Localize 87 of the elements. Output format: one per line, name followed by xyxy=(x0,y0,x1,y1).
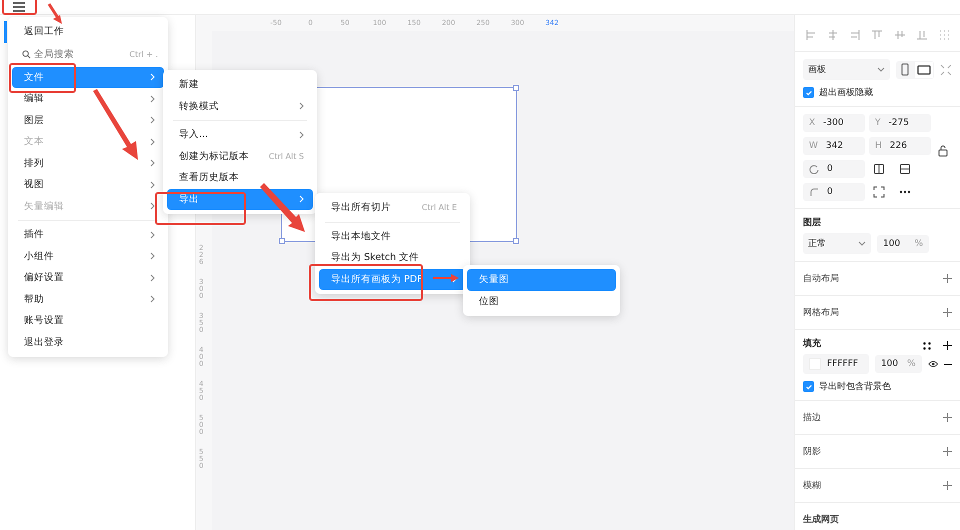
chevron-right-icon xyxy=(150,295,155,304)
menu-item[interactable]: 退出登录 xyxy=(12,332,164,353)
menu-item[interactable]: 新建 xyxy=(167,74,313,96)
chevron-right-icon xyxy=(150,230,155,239)
annotation-box xyxy=(9,63,76,93)
annotation-arrow xyxy=(433,274,459,282)
annotation-arrow xyxy=(93,89,138,160)
align-icon[interactable] xyxy=(916,29,928,41)
menu-item[interactable]: 导出所有切片 Ctrl Alt E xyxy=(319,197,466,218)
blend-mode-select[interactable]: 正常 xyxy=(803,233,871,254)
search-icon xyxy=(22,50,31,59)
chevron-right-icon xyxy=(299,130,304,139)
rotation-field[interactable]: 0 xyxy=(803,160,865,178)
section-title: 网格布局 xyxy=(803,306,839,319)
section-title: 生成网页 xyxy=(803,513,839,526)
menu-item[interactable]: 导入... xyxy=(167,124,313,146)
menu-item[interactable]: 帮助 xyxy=(12,288,164,310)
chevron-down-icon xyxy=(858,241,866,246)
menu-item[interactable]: 位图 xyxy=(467,290,616,312)
corner-icon xyxy=(809,187,819,197)
flip-horizontal-icon[interactable] xyxy=(873,163,885,175)
menu-item[interactable]: 偏好设置 xyxy=(12,267,164,288)
landscape-icon[interactable] xyxy=(915,62,934,78)
checkbox-label: 导出时包含背景色 xyxy=(819,380,891,393)
menu-item[interactable]: 图层 xyxy=(12,110,164,131)
check-icon xyxy=(804,382,812,390)
frame-type-select[interactable]: 画板 xyxy=(803,59,890,80)
align-icon[interactable] xyxy=(894,29,906,41)
coordinate-field[interactable]: H 226 xyxy=(869,137,931,155)
chevron-right-icon xyxy=(150,116,155,124)
section-title: 填充 xyxy=(803,337,822,350)
chevron-right-icon xyxy=(150,252,155,260)
search-input[interactable]: 全局搜索 xyxy=(34,49,126,60)
section-title: 图层 xyxy=(803,216,821,229)
menu-item[interactable]: 查看历史版本 xyxy=(167,167,313,188)
chevron-right-icon xyxy=(150,274,155,282)
chevron-right-icon xyxy=(150,73,155,82)
chevron-down-icon xyxy=(877,67,886,72)
rotate-icon xyxy=(809,164,819,174)
checkbox-label: 超出画板隐藏 xyxy=(819,86,873,99)
chevron-right-icon xyxy=(299,195,304,204)
annotation-box xyxy=(2,0,37,15)
section-title: 模糊 xyxy=(803,480,821,492)
coordinate-field[interactable]: X -300 xyxy=(803,114,865,132)
annotation-arrow xyxy=(260,183,305,232)
checkbox[interactable] xyxy=(803,381,814,392)
menu-icon[interactable] xyxy=(12,2,26,12)
flip-vertical-icon[interactable] xyxy=(899,163,911,175)
corners-icon[interactable] xyxy=(873,186,885,198)
menu-item[interactable]: 导出本地文件 xyxy=(319,226,466,247)
section-title: 自动布局 xyxy=(803,272,839,285)
eye-icon[interactable] xyxy=(928,360,938,368)
chevron-right-icon xyxy=(150,94,155,103)
section-title: 阴影 xyxy=(803,446,821,458)
menu-item[interactable]: 导出为 Sketch 文件 xyxy=(319,247,466,268)
corner-radius-field[interactable]: 0 xyxy=(803,183,865,201)
fill-color-field[interactable]: FFFFFF xyxy=(803,354,869,374)
menu-item[interactable]: 视图 xyxy=(12,174,164,196)
coordinate-field[interactable]: W 342 xyxy=(803,137,865,155)
menu-item[interactable]: 插件 xyxy=(12,224,164,246)
more-icon[interactable] xyxy=(899,190,911,194)
chevron-right-icon xyxy=(150,138,155,146)
chevron-right-icon xyxy=(150,180,155,189)
resize-icon[interactable] xyxy=(940,64,952,76)
unlock-icon[interactable] xyxy=(938,145,948,157)
align-icon[interactable] xyxy=(849,29,862,41)
menu-item[interactable]: 账号设置 xyxy=(12,310,164,332)
coordinate-field[interactable]: Y -275 xyxy=(869,114,931,132)
check-icon xyxy=(804,88,812,96)
chevron-right-icon xyxy=(299,102,304,110)
menu-item[interactable]: 编辑 xyxy=(12,88,164,110)
menu-item[interactable]: 创建为标记版本 Ctrl Alt S xyxy=(167,146,313,167)
checkbox[interactable] xyxy=(803,87,814,98)
chevron-right-icon xyxy=(150,159,155,168)
section-title: 描边 xyxy=(803,412,821,424)
menu-item[interactable]: 小组件 xyxy=(12,246,164,267)
opacity-field[interactable]: 100 % xyxy=(874,355,922,373)
menu-item[interactable]: 排列 xyxy=(12,152,164,174)
opacity-field[interactable]: 100 % xyxy=(877,234,929,252)
style-grid-icon[interactable] xyxy=(923,342,931,350)
align-icon[interactable] xyxy=(827,29,840,41)
align-icon[interactable] xyxy=(805,29,817,41)
menu-item[interactable]: 转换模式 xyxy=(167,96,313,117)
align-icon[interactable] xyxy=(938,29,950,41)
chevron-right-icon xyxy=(150,202,155,210)
align-icon[interactable] xyxy=(871,29,884,41)
annotation-arrow xyxy=(48,3,62,24)
